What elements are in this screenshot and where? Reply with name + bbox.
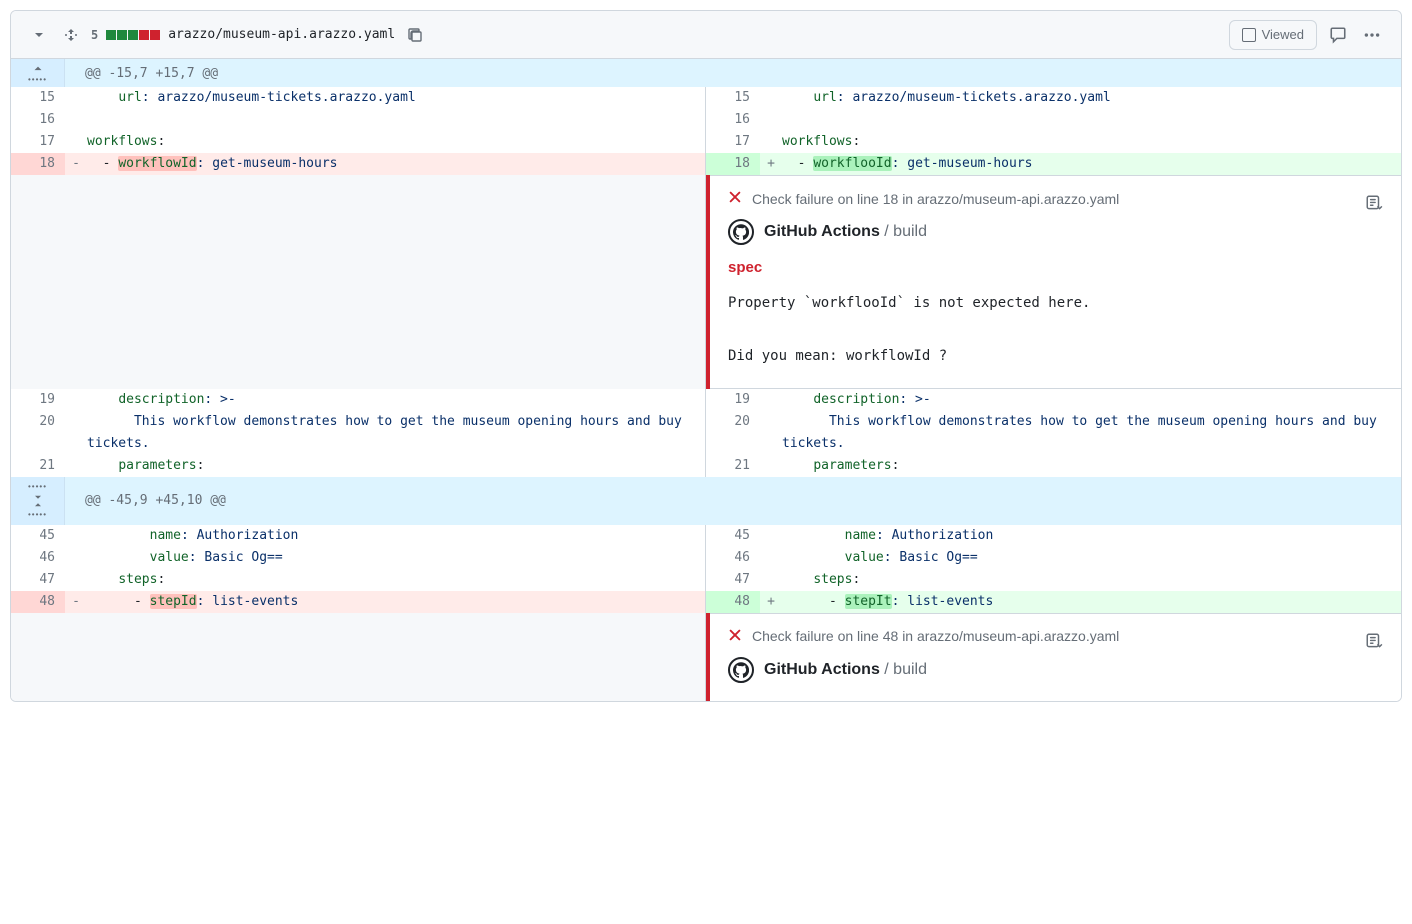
code-line: 47 steps: [706,569,1401,591]
line-number[interactable]: 18 [706,153,760,175]
code-line-deleted: 48 - - stepId: list-events [11,591,705,613]
annotation-header: Check failure on line 18 in arazzo/museu… [752,191,1119,207]
kebab-menu-icon[interactable] [1359,22,1385,48]
checkbox-icon [1242,28,1256,42]
code-line: 16 [706,109,1401,131]
code-line-deleted: 18 - - workflowId: get-museum-hours [11,153,705,175]
expand-file-icon[interactable] [59,23,83,47]
code-line: 17 workflows: [706,131,1401,153]
code-line: 15 url: arazzo/museum-tickets.arazzo.yam… [706,87,1401,109]
hunk-range-2: @@ -45,9 +45,10 @@ [65,477,1401,525]
line-number[interactable]: 47 [11,569,65,591]
code-line: 46 value: Basic Og== [706,547,1401,569]
hunk-header-1: ••••• @@ -15,7 +15,7 @@ [11,59,1401,87]
line-number[interactable]: 45 [11,525,65,547]
empty-gutter [11,613,705,701]
line-number[interactable]: 18 [11,153,65,175]
viewed-label: Viewed [1262,27,1304,42]
changes-count: 5 [91,28,98,42]
hunk-range-1: @@ -15,7 +15,7 @@ [65,59,1401,87]
line-number[interactable]: 17 [706,131,760,153]
line-number[interactable]: 16 [706,109,760,131]
code-line: 47 steps: [11,569,705,591]
line-number[interactable]: 15 [11,87,65,109]
code-line: 21 parameters: [706,455,1401,477]
x-icon [728,190,742,207]
annotation-action-icon[interactable] [1361,190,1387,216]
line-number[interactable]: 16 [11,109,65,131]
line-number[interactable]: 45 [706,525,760,547]
expand-up-icon[interactable]: ••••• [11,59,65,87]
code-line: 15 url: arazzo/museum-tickets.arazzo.yam… [11,87,705,109]
annotation-source[interactable]: GitHub Actions / build [728,219,1383,245]
comment-icon[interactable] [1325,22,1351,48]
line-number[interactable]: 19 [706,389,760,411]
check-annotation: Check failure on line 18 in arazzo/museu… [706,175,1401,389]
code-line: 16 [11,109,705,131]
viewed-toggle[interactable]: Viewed [1229,20,1317,50]
annotation-action-icon[interactable] [1361,628,1387,654]
code-line: 20 This workflow demonstrates how to get… [11,411,705,455]
diff-container: 5 arazzo/museum-api.arazzo.yaml Viewed [10,10,1402,702]
code-line: 19 description: >- [706,389,1401,411]
code-line: 46 value: Basic Og== [11,547,705,569]
code-line-added: 18 + - workflooId: get-museum-hours [706,153,1401,175]
line-number[interactable]: 46 [706,547,760,569]
line-number[interactable]: 17 [11,131,65,153]
line-number[interactable]: 46 [11,547,65,569]
code-line: 17 workflows: [11,131,705,153]
line-number[interactable]: 15 [706,87,760,109]
line-number[interactable]: 19 [11,389,65,411]
line-number[interactable]: 47 [706,569,760,591]
line-number[interactable]: 20 [11,411,65,455]
code-line: 45 name: Authorization [706,525,1401,547]
diff-stat-blocks [106,30,160,40]
annotation-rule: spec [728,259,1383,276]
check-annotation: Check failure on line 48 in arazzo/museu… [706,613,1401,701]
annotation-header: Check failure on line 48 in arazzo/museu… [752,628,1119,644]
annotation-source[interactable]: GitHub Actions / build [728,657,1383,683]
line-number[interactable]: 21 [11,455,65,477]
code-line: 20 This workflow demonstrates how to get… [706,411,1401,455]
file-path[interactable]: arazzo/museum-api.arazzo.yaml [168,27,395,42]
empty-gutter [11,175,705,389]
line-number[interactable]: 48 [706,591,760,613]
chevron-down-icon[interactable] [27,23,51,47]
line-number[interactable]: 21 [706,455,760,477]
code-line: 45 name: Authorization [11,525,705,547]
line-number[interactable]: 48 [11,591,65,613]
github-icon [728,657,754,683]
x-icon [728,628,742,645]
hunk-header-2: ••••• ••••• @@ -45,9 +45,10 @@ [11,477,1401,525]
line-number[interactable]: 20 [706,411,760,455]
copy-path-icon[interactable] [403,23,427,47]
expand-both-icon[interactable]: ••••• ••••• [11,477,65,525]
file-header: 5 arazzo/museum-api.arazzo.yaml Viewed [11,11,1401,59]
github-icon [728,219,754,245]
code-line: 21 parameters: [11,455,705,477]
annotation-message: Property `workflooId` is not expected he… [728,290,1383,370]
code-line: 19 description: >- [11,389,705,411]
code-line-added: 48 + - stepIt: list-events [706,591,1401,613]
